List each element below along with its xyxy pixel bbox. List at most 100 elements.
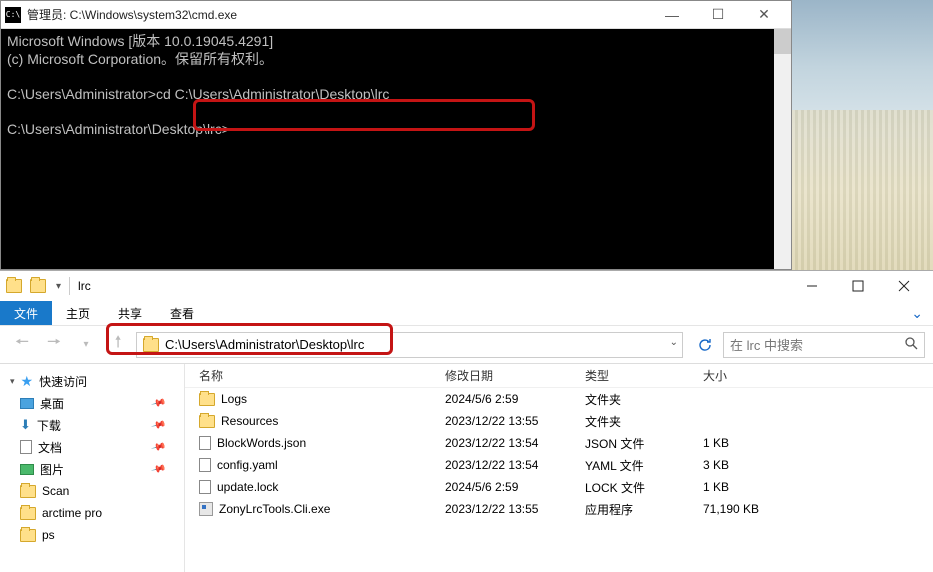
exe-icon	[199, 502, 213, 516]
address-dropdown-icon[interactable]: ⌄	[670, 337, 678, 348]
sidebar-item-Scan[interactable]: Scan	[0, 480, 184, 502]
file-list-panel: 名称 修改日期 类型 大小 Logs2024/5/6 2:59文件夹Resour…	[185, 364, 933, 572]
maximize-button[interactable]: ☐	[695, 1, 741, 28]
explorer-titlebar[interactable]: ▾ lrc	[0, 271, 933, 301]
explorer-body: ▾ ★ 快速访问 桌面📌⬇下载📌文档📌图片📌Scanarctime props …	[0, 364, 933, 572]
help-icon[interactable]: ⌄	[911, 305, 923, 322]
file-size: 1 KB	[703, 480, 783, 494]
file-name: Resources	[221, 414, 278, 428]
chevron-down-icon: ▾	[10, 376, 15, 387]
folder-icon	[199, 415, 215, 428]
file-name: config.yaml	[217, 458, 278, 472]
sidebar-item-arctime pro[interactable]: arctime pro	[0, 502, 184, 524]
quick-access-label: 快速访问	[39, 373, 87, 390]
sidebar: ▾ ★ 快速访问 桌面📌 ⬇ 下载 📌 文档 📌 图片 📌 Scan arctime pro ps	[0, 364, 185, 572]
file-type: 文件夹	[585, 391, 703, 408]
explorer-menu: 文件 主页 共享 查看 ⌄	[0, 301, 933, 326]
cmd-icon: C:\	[5, 7, 21, 23]
file-size: 3 KB	[703, 458, 783, 472]
file-date: 2023/12/22 13:55	[445, 414, 585, 428]
file-type: LOCK 文件	[585, 479, 703, 496]
address-bar[interactable]: C:\Users\Administrator\Desktop\lrc ⌄	[136, 332, 683, 358]
sidebar-item-桌面[interactable]: 桌面📌	[0, 392, 184, 414]
file-type: JSON 文件	[585, 435, 703, 452]
file-type: 应用程序	[585, 501, 703, 518]
file-date: 2023/12/22 13:54	[445, 436, 585, 450]
file-row[interactable]: Logs 2024/5/6 2:59文件夹	[185, 388, 933, 410]
cmd-titlebar[interactable]: C:\ 管理员: C:\Windows\system32\cmd.exe — ☐…	[1, 1, 791, 29]
up-button[interactable]: 🠕	[104, 333, 132, 357]
file-name: ZonyLrcTools.Cli.exe	[219, 502, 330, 516]
file-date: 2023/12/22 13:55	[445, 502, 585, 516]
file-row[interactable]: Resources 2023/12/22 13:55文件夹	[185, 410, 933, 432]
file-icon	[199, 436, 211, 450]
sidebar-item-label: Scan	[42, 484, 69, 498]
address-text: C:\Users\Administrator\Desktop\lrc	[165, 337, 364, 352]
folder-icon	[6, 279, 22, 293]
window-title: lrc	[78, 279, 789, 293]
maximize-button[interactable]	[835, 271, 881, 301]
star-icon: ★	[21, 373, 34, 390]
folder-icon	[20, 507, 36, 520]
scrollbar-thumb[interactable]	[774, 29, 791, 54]
share-tab[interactable]: 共享	[104, 305, 156, 322]
file-name: update.lock	[217, 480, 278, 494]
explorer-window: ▾ lrc 文件 主页 共享 查看 ⌄ 🠔 🠖 ▾ 🠕 C:\Users\Adm…	[0, 270, 933, 572]
close-button[interactable]: ✕	[741, 1, 787, 28]
document-icon	[20, 440, 32, 454]
sidebar-item-图片[interactable]: 图片 📌	[0, 458, 184, 480]
col-name-header[interactable]: 名称	[185, 367, 445, 384]
minimize-button[interactable]: —	[649, 1, 695, 28]
close-button[interactable]	[881, 271, 927, 301]
file-icon	[199, 480, 211, 494]
view-tab[interactable]: 查看	[156, 305, 208, 322]
file-size: 1 KB	[703, 436, 783, 450]
sidebar-quick-access[interactable]: ▾ ★ 快速访问	[0, 370, 184, 392]
file-name: Logs	[221, 392, 247, 406]
folder-icon	[20, 529, 36, 542]
folder-icon	[143, 338, 159, 352]
sidebar-item-ps[interactable]: ps	[0, 524, 184, 546]
pin-icon: 📌	[150, 439, 166, 455]
col-type-header[interactable]: 类型	[585, 367, 703, 384]
back-button[interactable]: 🠔	[8, 333, 36, 357]
file-row[interactable]: config.yaml2023/12/22 13:54YAML 文件3 KB	[185, 454, 933, 476]
file-size: 71,190 KB	[703, 502, 783, 516]
minimize-button[interactable]	[789, 271, 835, 301]
file-date: 2024/5/6 2:59	[445, 392, 585, 406]
sidebar-item-label: 图片	[40, 461, 64, 478]
refresh-button[interactable]	[691, 333, 719, 357]
sidebar-item-文档[interactable]: 文档 📌	[0, 436, 184, 458]
sidebar-item-label: 下载	[37, 417, 61, 434]
col-size-header[interactable]: 大小	[703, 367, 783, 384]
sidebar-item-label: ps	[42, 528, 55, 542]
cmd-body[interactable]: Microsoft Windows [版本 10.0.19045.4291] (…	[1, 29, 791, 269]
file-date: 2024/5/6 2:59	[445, 480, 585, 494]
cmd-scrollbar[interactable]	[774, 29, 791, 269]
file-row[interactable]: update.lock 2024/5/6 2:59LOCK 文件1 KB	[185, 476, 933, 498]
folder-icon	[30, 279, 46, 293]
folder-icon	[199, 393, 215, 406]
dropdown-icon[interactable]: ▾	[56, 281, 61, 292]
download-icon: ⬇	[20, 417, 31, 433]
file-icon	[199, 458, 211, 472]
search-input[interactable]: 在 lrc 中搜索	[723, 332, 925, 358]
search-icon	[904, 336, 918, 353]
home-tab[interactable]: 主页	[52, 305, 104, 322]
explorer-navbar: 🠔 🠖 ▾ 🠕 C:\Users\Administrator\Desktop\l…	[0, 326, 933, 364]
sidebar-item-下载[interactable]: ⬇下载📌	[0, 414, 184, 436]
cmd-title-text: 管理员: C:\Windows\system32\cmd.exe	[27, 6, 649, 23]
folder-icon	[20, 485, 36, 498]
column-headers: 名称 修改日期 类型 大小	[185, 364, 933, 388]
recent-dropdown[interactable]: ▾	[72, 333, 100, 357]
file-type: 文件夹	[585, 413, 703, 430]
forward-button[interactable]: 🠖	[40, 333, 68, 357]
pin-icon: 📌	[150, 395, 166, 411]
pin-icon: 📌	[150, 461, 166, 477]
file-name: BlockWords.json	[217, 436, 306, 450]
file-menu-button[interactable]: 文件	[0, 301, 52, 325]
file-row[interactable]: BlockWords.json 2023/12/22 13:54JSON 文件1 …	[185, 432, 933, 454]
file-row[interactable]: ZonyLrcTools.Cli.exe 2023/12/22 13:55应用程序…	[185, 498, 933, 520]
col-date-header[interactable]: 修改日期	[445, 367, 585, 384]
sidebar-item-label: 文档	[38, 439, 62, 456]
